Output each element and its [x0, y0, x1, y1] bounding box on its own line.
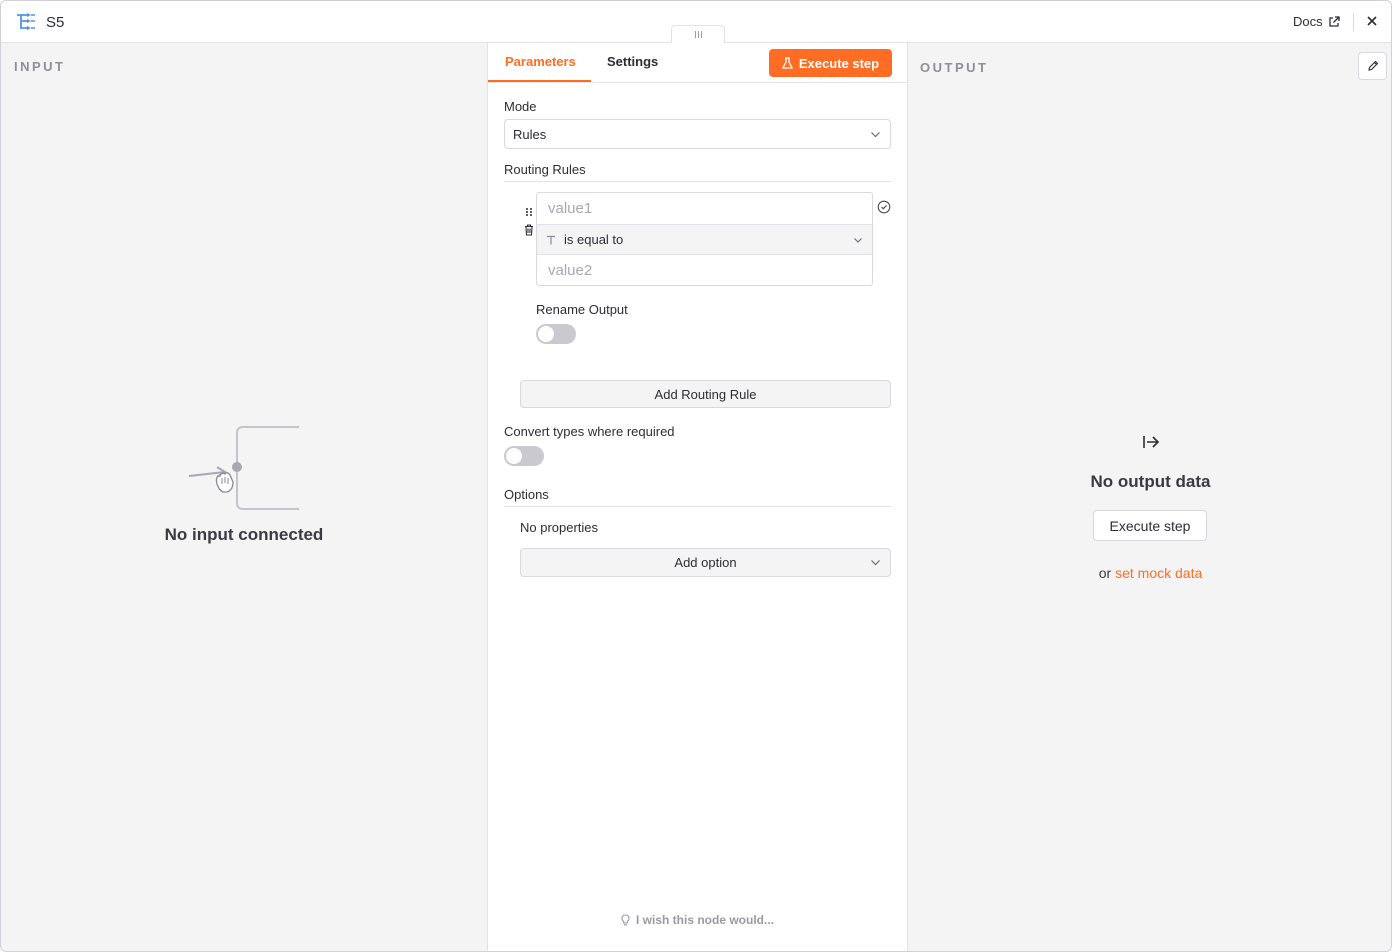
trash-icon[interactable]: [524, 224, 534, 236]
mode-select[interactable]: Rules: [504, 119, 891, 149]
output-panel: OUTPUT No output data Execute step or se…: [908, 43, 1391, 951]
value2-field[interactable]: value2: [537, 255, 872, 286]
value1-placeholder: value1: [548, 200, 593, 217]
value1-field[interactable]: value1: [537, 193, 872, 224]
output-arrow-icon-wrap: [908, 434, 1391, 450]
chevron-down-icon: [854, 238, 862, 243]
no-input-illustration-icon: [188, 426, 299, 510]
chevron-down-icon: [871, 560, 880, 566]
execute-step-label: Execute step: [798, 55, 880, 71]
mock-data-prompt: or set mock data: [908, 565, 1391, 581]
output-execute-step-button[interactable]: Execute step: [1093, 510, 1207, 541]
external-link-icon: [1328, 15, 1340, 27]
chevron-down-icon: [871, 132, 880, 138]
panel-drag-handle[interactable]: [671, 25, 725, 43]
operator-select[interactable]: is equal to: [537, 224, 872, 255]
edit-output-button[interactable]: [1358, 52, 1387, 80]
header-divider: [1353, 13, 1354, 31]
add-option-label: Add option: [674, 555, 737, 570]
input-section-label: INPUT: [14, 59, 66, 74]
input-panel: INPUT No input connected: [1, 43, 487, 951]
add-routing-rule-button[interactable]: Add Routing Rule: [520, 380, 891, 408]
pencil-icon: [1367, 60, 1378, 71]
set-mock-data-link[interactable]: set mock data: [1115, 565, 1202, 581]
text-type-icon: [547, 235, 555, 244]
add-option-dropdown[interactable]: Add option: [520, 548, 891, 577]
operator-value: is equal to: [564, 232, 624, 247]
options-header: Options: [504, 487, 891, 507]
node-title[interactable]: S5: [46, 14, 64, 31]
node-details-modal: S5 Docs INPUT No input connected Paramet…: [0, 0, 1392, 952]
check-circle-icon[interactable]: [877, 200, 891, 214]
parameters-panel: Parameters Settings Execute step Mode Ru…: [487, 43, 908, 951]
rename-output-label: Rename Output: [536, 302, 628, 317]
docs-label: Docs: [1293, 14, 1323, 29]
mode-value: Rules: [513, 126, 547, 142]
mode-label: Mode: [504, 99, 537, 114]
no-properties-text: No properties: [520, 520, 599, 535]
add-routing-rule-label: Add Routing Rule: [654, 386, 757, 402]
output-section-label: OUTPUT: [920, 60, 989, 75]
active-tab-indicator: [488, 80, 591, 82]
rename-output-toggle[interactable]: [536, 324, 576, 344]
convert-types-toggle[interactable]: [504, 446, 544, 466]
routing-rules-header: Routing Rules: [504, 162, 891, 182]
docs-link[interactable]: Docs: [1293, 14, 1340, 29]
arrow-to-bar-icon: [1142, 436, 1159, 448]
panel-tabs: Parameters Settings Execute step: [488, 43, 907, 83]
flask-icon: [782, 57, 793, 69]
tab-settings[interactable]: Settings: [607, 54, 658, 69]
feedback-hint-link[interactable]: I wish this node would...: [488, 913, 907, 927]
no-input-title: No input connected: [164, 525, 324, 544]
value2-placeholder: value2: [548, 262, 593, 279]
switch-node-icon: [17, 13, 35, 30]
routing-rule-condition: value1 is equal to value2: [536, 192, 873, 286]
close-icon[interactable]: [1363, 12, 1381, 30]
execute-step-button[interactable]: Execute step: [769, 49, 892, 77]
feedback-hint-text: I wish this node would...: [636, 913, 774, 927]
convert-types-label: Convert types where required: [504, 424, 675, 439]
lightbulb-icon: [621, 914, 630, 926]
mock-prefix: or: [1098, 565, 1112, 581]
no-output-title: No output data: [1090, 472, 1211, 491]
tab-parameters[interactable]: Parameters: [505, 54, 576, 69]
drag-handle-icon[interactable]: [525, 207, 533, 217]
